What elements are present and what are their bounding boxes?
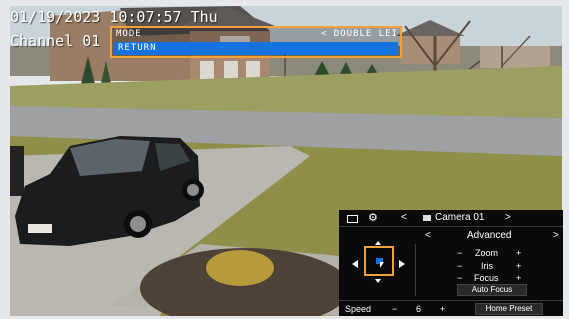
iris-minus-button[interactable]: − [457,261,462,271]
iris-label: Iris [481,261,493,271]
speed-minus-button[interactable]: − [392,304,397,314]
timestamp-overlay: 01/19/2023 10:07:57 Thu [10,8,218,26]
camera-name[interactable]: Camera 01 [435,212,484,223]
cursor-pointer-icon [380,262,384,268]
camera-osd-menu: MODE < DOUBLE LEI RETURN [110,26,402,58]
focus-label: Focus [474,273,499,283]
iris-plus-button[interactable]: + [516,261,521,271]
channel-label: Channel 01 [10,32,101,50]
auto-focus-button[interactable]: Auto Focus [457,284,527,296]
camera-icon [423,215,431,221]
focus-plus-button[interactable]: + [516,273,521,283]
next-camera-button[interactable]: > [505,212,511,223]
next-mode-button[interactable]: > [553,230,559,241]
mode-name: Advanced [467,230,512,241]
zoom-minus-button[interactable]: − [457,248,462,258]
panel-divider-vertical [415,244,416,296]
panel-divider-bottom [339,300,563,301]
tilt-up-arrow-icon[interactable] [375,241,381,245]
panel-divider [339,226,563,227]
zoom-label: Zoom [475,248,499,258]
mode-label: MODE [116,29,142,39]
speed-value: 6 [416,304,422,314]
menu-row-mode[interactable]: MODE < DOUBLE LEI [116,29,398,41]
camera-viewer: 01/19/2023 10:07:57 Thu Channel 01 MODE … [0,0,569,319]
ptz-control-panel: ⚙ < Camera 01 > < Advanced > − Zoom + − … [339,210,563,316]
pan-left-arrow-icon[interactable] [352,260,358,268]
focus-minus-button[interactable]: − [457,273,462,283]
mode-value[interactable]: < DOUBLE LEI [321,29,398,39]
prev-camera-button[interactable]: < [401,212,407,223]
zoom-plus-button[interactable]: + [516,248,521,258]
menu-row-return[interactable]: RETURN [114,42,398,55]
monitor-icon[interactable] [347,215,358,223]
ptz-center-button[interactable] [364,246,394,276]
tilt-down-arrow-icon[interactable] [375,279,381,283]
gear-icon[interactable]: ⚙ [368,211,378,224]
speed-plus-button[interactable]: + [440,304,445,314]
prev-mode-button[interactable]: < [425,230,431,241]
home-preset-button[interactable]: Home Preset [475,303,543,315]
speed-label: Speed [345,304,372,314]
pan-right-arrow-icon[interactable] [399,260,405,268]
